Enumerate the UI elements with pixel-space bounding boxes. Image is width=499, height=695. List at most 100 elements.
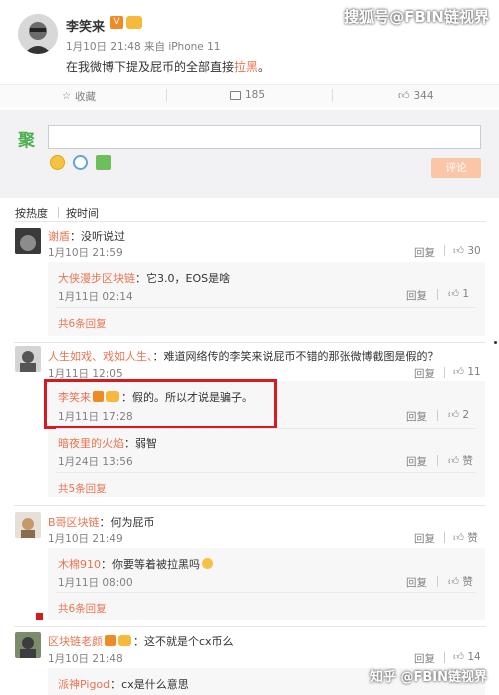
comment-like-count: 赞 bbox=[467, 532, 478, 544]
comment-user[interactable]: 派神Pigod bbox=[58, 678, 110, 691]
submit-comment-button[interactable]: 评论 bbox=[431, 158, 481, 178]
post-content-link[interactable]: 拉黑 bbox=[234, 60, 258, 74]
avatar[interactable] bbox=[15, 632, 41, 658]
comment-text: ：何为屁币 bbox=[99, 516, 155, 529]
reply-4: 木棉910：你要等着被拉黑吗 bbox=[58, 556, 213, 572]
comment-3: B哥区块链：何为屁币 bbox=[48, 514, 155, 530]
thumbs-up-icon: 👍︎ bbox=[448, 288, 459, 300]
post-content: 在我微博下提及屁币的全部直接拉黑。 bbox=[66, 58, 270, 75]
comment-like-button[interactable]: 👍︎ 1 bbox=[448, 287, 469, 300]
comment-user[interactable]: 暗夜里的火焰 bbox=[58, 437, 124, 450]
comment-input[interactable] bbox=[48, 125, 481, 149]
comment-text: ：它3.0，EOS是啥 bbox=[135, 272, 231, 285]
scroll-indicator[interactable] bbox=[494, 341, 497, 344]
red-square-icon bbox=[36, 613, 43, 620]
author-name[interactable]: 李笑来 bbox=[66, 16, 105, 35]
comment-text: ：cx是什么意思 bbox=[110, 678, 189, 691]
post-content-suffix: 。 bbox=[258, 60, 271, 74]
comment-like-button[interactable]: 👍︎ 2 bbox=[448, 408, 469, 421]
comment-user[interactable]: 大侠漫步区块链 bbox=[58, 272, 135, 285]
image-icon[interactable] bbox=[96, 155, 111, 170]
comment-text: ：难道网络传的李笑来说屁币不错的那张微博截图是假的？ bbox=[152, 350, 439, 363]
comment-like-button[interactable]: 👍︎ 11 bbox=[453, 365, 481, 378]
comment-time: 1月10日 21:49 bbox=[48, 533, 123, 545]
crown-icon bbox=[126, 16, 142, 29]
favorite-icon: ☆ bbox=[62, 91, 71, 102]
topic-icon[interactable] bbox=[73, 155, 88, 170]
thumbs-up-icon: 👍︎ bbox=[453, 651, 464, 663]
favorite-label: 收藏 bbox=[74, 91, 96, 103]
comment-user[interactable]: 区块链老颜 bbox=[48, 635, 103, 648]
comment-text: ：没听说过 bbox=[70, 230, 125, 243]
comment-like-count: 30 bbox=[467, 245, 481, 257]
comment-like-count: 1 bbox=[462, 288, 470, 300]
composer-logo: 聚 bbox=[18, 131, 35, 151]
comment-user[interactable]: 人生如戏、戏如人生、 bbox=[48, 350, 153, 363]
comment-like-button[interactable]: 👍︎ 30 bbox=[453, 244, 481, 257]
comment-like-button[interactable]: 👍︎ 赞 bbox=[448, 453, 473, 468]
more-replies-link[interactable]: 共6条回复 bbox=[58, 316, 107, 331]
reply-button[interactable]: 回复 bbox=[406, 454, 427, 469]
avatar[interactable] bbox=[15, 228, 41, 254]
comment-4: 区块链老颜 ：这不就是个cx币么 bbox=[48, 633, 234, 649]
comment-like-count: 14 bbox=[467, 651, 481, 663]
avatar[interactable] bbox=[15, 346, 41, 372]
laughing-emoji-icon bbox=[202, 558, 213, 569]
thumbs-up-icon: 👍︎ bbox=[448, 455, 459, 467]
reply-button[interactable]: 回复 bbox=[406, 409, 427, 424]
comment-text: ：你要等着被拉黑吗 bbox=[101, 558, 200, 571]
comment-user[interactable]: 谢盾 bbox=[48, 230, 70, 243]
verified-badge-icon: V bbox=[110, 16, 123, 29]
crown-icon bbox=[118, 635, 131, 646]
avatar[interactable] bbox=[15, 512, 41, 538]
more-replies-link[interactable]: 共6条回复 bbox=[58, 601, 107, 616]
thumbs-up-icon: 👍︎ bbox=[398, 89, 410, 102]
reply-button[interactable]: 回复 bbox=[414, 531, 435, 546]
comment-text: ：这不就是个cx币么 bbox=[133, 635, 234, 648]
emoji-icon[interactable] bbox=[50, 155, 65, 170]
reply-button[interactable]: 回复 bbox=[414, 245, 435, 260]
favorite-button[interactable]: ☆ 收藏 bbox=[62, 89, 96, 104]
watermark-top: 搜狐号@FBIN链视界 bbox=[344, 8, 489, 26]
author-avatar[interactable] bbox=[18, 14, 58, 54]
reply-button[interactable]: 回复 bbox=[406, 575, 427, 590]
post-content-prefix: 在我微博下提及屁币的全部直接 bbox=[66, 60, 235, 74]
comment-button[interactable]: 185 bbox=[230, 89, 265, 101]
comment-like-button[interactable]: 👍︎ 赞 bbox=[453, 530, 478, 545]
comment-time: 1月10日 21:48 bbox=[48, 653, 123, 665]
comment-time: 1月10日 21:59 bbox=[48, 247, 123, 259]
thumbs-up-icon: 👍︎ bbox=[453, 245, 464, 257]
post-time-source: 1月10日 21:48 来自 iPhone 11 bbox=[66, 41, 221, 53]
comment-like-button[interactable]: 👍︎ 14 bbox=[453, 650, 481, 663]
comment-time: 1月24日 13:56 bbox=[58, 456, 133, 468]
comment-icon bbox=[230, 90, 241, 100]
like-button[interactable]: 👍︎ 344 bbox=[398, 89, 434, 102]
watermark-bottom: 知乎 @FBIN链视界 bbox=[369, 670, 487, 685]
more-replies-link[interactable]: 共5条回复 bbox=[58, 481, 107, 496]
reply-button[interactable]: 回复 bbox=[414, 366, 435, 381]
reply-3: 暗夜里的火焰：弱智 bbox=[58, 435, 157, 451]
comment-user[interactable]: 木棉910 bbox=[58, 558, 101, 571]
comment-2: 人生如戏、戏如人生、：难道网络传的李笑来说屁币不错的那张微博截图是假的？ bbox=[48, 348, 488, 364]
comment-1: 谢盾：没听说过 bbox=[48, 228, 125, 244]
composer-area bbox=[0, 110, 499, 198]
comment-text: ：弱智 bbox=[124, 437, 157, 450]
thumbs-up-icon: 👍︎ bbox=[453, 366, 464, 378]
comment-time: 1月11日 02:14 bbox=[58, 291, 133, 303]
like-count: 344 bbox=[413, 89, 434, 102]
comment-count: 185 bbox=[245, 89, 266, 101]
reply-button[interactable]: 回复 bbox=[406, 288, 427, 303]
sort-by-hot[interactable]: 按热度 bbox=[15, 205, 48, 221]
sort-by-time[interactable]: 按时间 bbox=[66, 205, 99, 221]
comment-like-count: 赞 bbox=[462, 455, 473, 467]
thumbs-up-icon: 👍︎ bbox=[448, 576, 459, 588]
comment-like-count: 赞 bbox=[462, 576, 473, 588]
comment-like-button[interactable]: 👍︎ 赞 bbox=[448, 574, 473, 589]
thumbs-up-icon: 👍︎ bbox=[453, 532, 464, 544]
comment-like-count: 11 bbox=[467, 366, 481, 378]
reply-1: 大侠漫步区块链：它3.0，EOS是啥 bbox=[58, 270, 230, 286]
comment-user[interactable]: B哥区块链 bbox=[48, 516, 100, 529]
reply-button[interactable]: 回复 bbox=[414, 651, 435, 666]
reply-5: 派神Pigod：cx是什么意思 bbox=[58, 676, 189, 692]
highlight-box bbox=[44, 379, 277, 429]
